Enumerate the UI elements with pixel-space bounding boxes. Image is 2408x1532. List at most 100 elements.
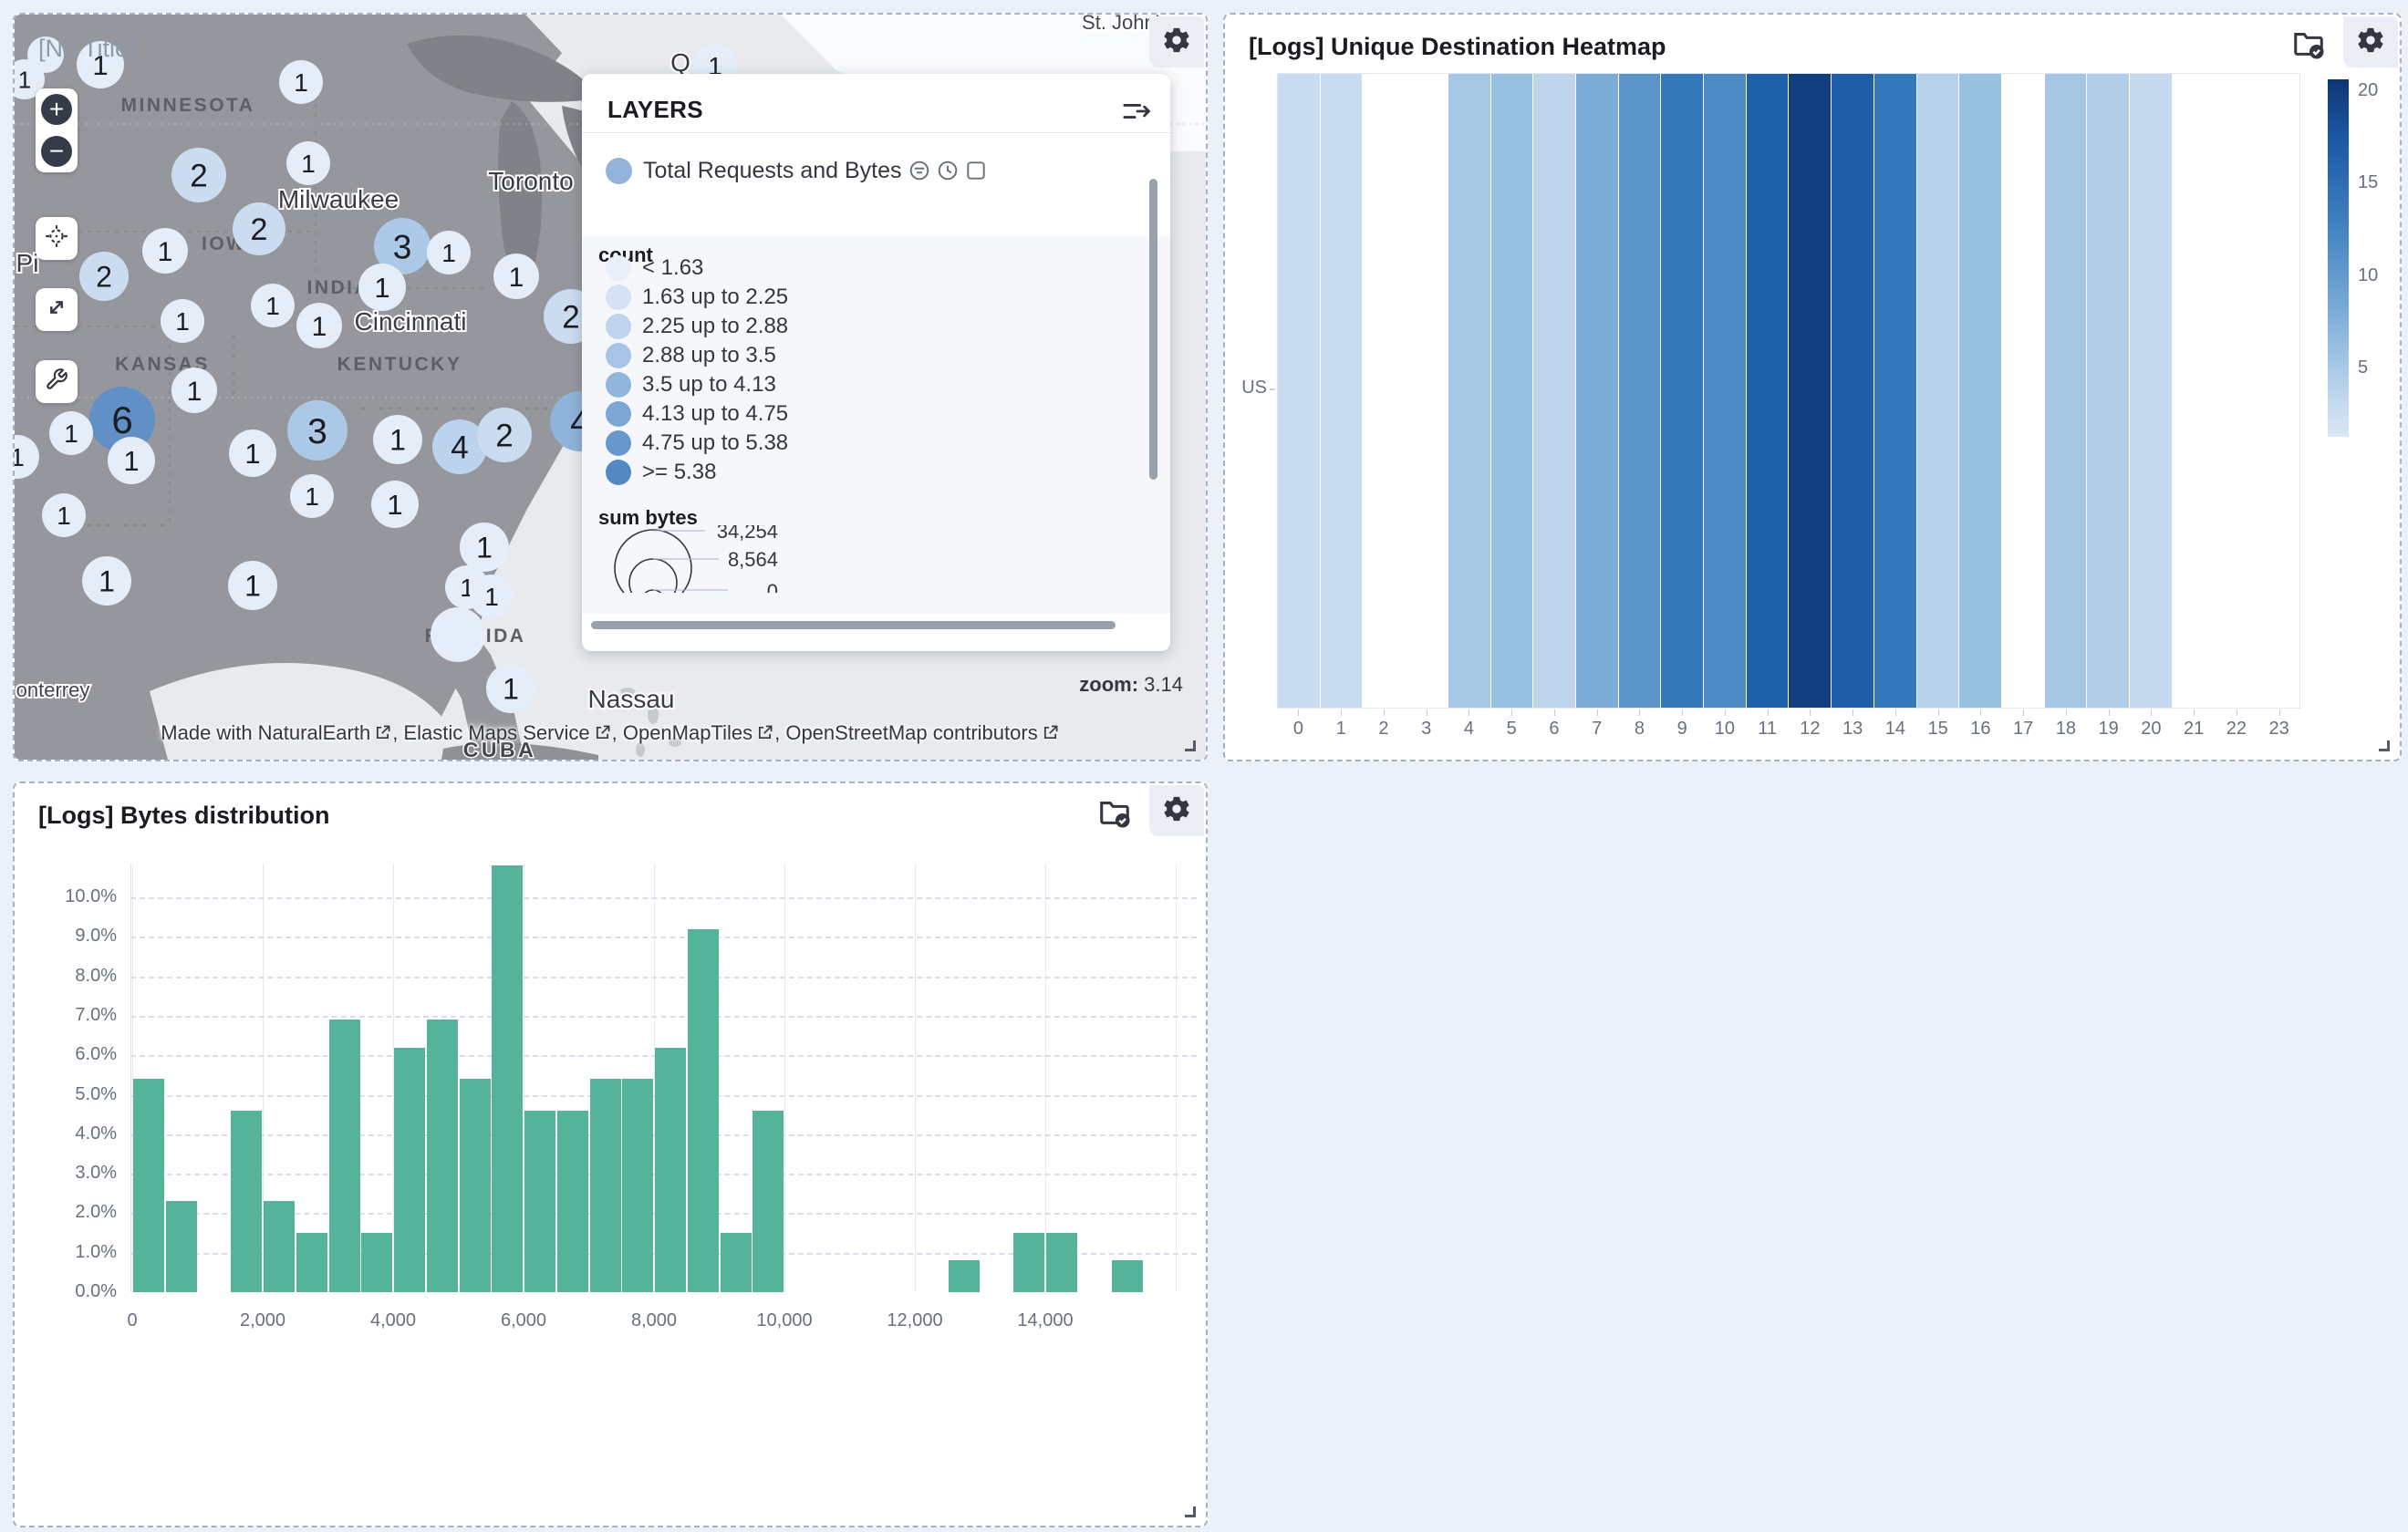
vertical-scrollbar[interactable]	[1149, 179, 1157, 480]
map-cluster[interactable]: 2	[171, 148, 226, 202]
save-badge-button[interactable]	[1096, 796, 1133, 833]
zoom-out-button[interactable]: −	[41, 136, 72, 167]
wrench-icon	[45, 367, 68, 396]
legend-swatch-icon	[606, 372, 631, 398]
layer-name: Total Requests and Bytes	[643, 158, 902, 184]
heatmap-cell	[1321, 74, 1363, 708]
map-cluster[interactable]: 1	[171, 367, 217, 413]
heatmap-cell	[1619, 74, 1661, 708]
y-tick-label: 7.0%	[15, 1005, 117, 1026]
map-cluster[interactable]: 2	[79, 252, 129, 301]
svg-text:2: 2	[495, 419, 513, 454]
panel-settings-button[interactable]	[2343, 16, 2398, 67]
map-cluster[interactable]	[431, 607, 485, 662]
map-tools-button[interactable]	[36, 360, 78, 403]
map-cluster[interactable]: 1	[460, 523, 509, 572]
resize-handle[interactable]	[2379, 740, 2390, 751]
histogram-bar	[721, 1233, 752, 1292]
panel-title: [Logs] Unique Destination Heatmap	[1249, 33, 1666, 61]
attribution-link[interactable]: OpenMapTiles	[623, 721, 752, 744]
legend-label: 1.63 up to 2.25	[642, 285, 788, 310]
map-cluster[interactable]: 1	[229, 430, 276, 477]
svg-text:1: 1	[15, 443, 25, 471]
resize-handle[interactable]	[1185, 1506, 1196, 1517]
map-cluster[interactable]: 1	[82, 556, 131, 606]
x-tick-label: 11	[1746, 719, 1789, 740]
x-tick	[1725, 709, 1726, 716]
map-cluster[interactable]: 2	[477, 408, 532, 462]
map-cluster[interactable]: 1	[142, 228, 188, 274]
map-cluster[interactable]: 1	[251, 284, 295, 327]
set-view-button[interactable]	[36, 217, 78, 260]
zoom-label: zoom:	[1079, 673, 1138, 696]
map-cluster[interactable]: 1	[427, 231, 471, 274]
map-cluster[interactable]: 1	[286, 141, 330, 185]
x-tick-label: 6	[1533, 719, 1576, 740]
legend-label: 2.88 up to 3.5	[642, 343, 776, 368]
histogram-bar	[524, 1111, 555, 1292]
resize-handle[interactable]	[1185, 740, 1196, 751]
map-cluster[interactable]: 1	[371, 481, 419, 528]
fit-to-data-button[interactable]	[36, 288, 78, 331]
legend-swatch-icon	[606, 255, 631, 281]
map-cluster[interactable]: 1	[290, 474, 334, 518]
map-label: MINNESOTA	[121, 95, 255, 116]
svg-text:1: 1	[244, 438, 260, 470]
map-cluster[interactable]: 1	[49, 411, 93, 455]
heatmap-cell	[1747, 74, 1789, 708]
external-link-icon	[370, 721, 392, 744]
y-tick-label: 8.0%	[15, 966, 117, 987]
attribution-link[interactable]: OpenStreetMap contributors	[785, 721, 1037, 744]
panel-heatmap: [Logs] Unique Destination Heatmap US 012…	[1223, 13, 2402, 761]
layer-item[interactable]: Total Requests and Bytes	[606, 154, 902, 187]
x-tick	[1384, 709, 1385, 716]
map-cluster[interactable]: 1	[470, 574, 514, 618]
map-cluster[interactable]: 1	[358, 264, 406, 311]
map-label: Cincinnati	[355, 307, 467, 336]
x-tick	[1639, 709, 1640, 716]
y-tick-label: 4.0%	[15, 1123, 117, 1144]
clock-icon[interactable]	[937, 160, 959, 186]
svg-text:3: 3	[393, 228, 412, 265]
map-cluster[interactable]: 1	[486, 664, 535, 713]
x-tick-label: 14,000	[991, 1310, 1100, 1331]
attribution-link[interactable]: Elastic Maps Service	[403, 721, 589, 744]
attribution-prefix: Made with	[161, 721, 257, 744]
heatmap-cell	[1491, 74, 1533, 708]
heatmap-cell	[1874, 74, 1916, 708]
svg-text:2: 2	[562, 300, 579, 336]
histogram-bar	[460, 1079, 491, 1292]
panel-settings-button[interactable]	[1149, 16, 1204, 67]
collapse-right-icon[interactable]	[1123, 98, 1150, 129]
map-cluster[interactable]: 2	[233, 202, 285, 255]
panel-map: MINNESOTAIOWAKANSASINDIANAKENTUCKYFLORID…	[13, 13, 1208, 761]
attribution-link[interactable]: NaturalEarth	[258, 721, 371, 744]
histogram-bar	[166, 1201, 197, 1292]
map-cluster[interactable]: 1	[161, 299, 204, 343]
save-badge-button[interactable]	[2290, 27, 2327, 64]
size-legend-circle	[629, 559, 677, 593]
panel-settings-button[interactable]	[1149, 785, 1204, 836]
svg-text:6: 6	[111, 399, 132, 441]
histogram-bar	[688, 929, 719, 1292]
horizontal-scrollbar[interactable]	[591, 621, 1116, 629]
zoom-in-button[interactable]: +	[41, 94, 72, 125]
map-cluster[interactable]: 1	[373, 415, 422, 464]
legend-item: < 1.63	[606, 254, 788, 283]
map-cluster[interactable]: 1	[279, 60, 323, 104]
legend-item: 4.75 up to 5.38	[606, 429, 788, 458]
checkbox-icon[interactable]	[965, 160, 987, 186]
map-cluster[interactable]: 1	[228, 561, 277, 610]
dashboard-canvas: MINNESOTAIOWAKANSASINDIANAKENTUCKYFLORID…	[0, 0, 2408, 1532]
map-cluster[interactable]: 1	[296, 303, 342, 348]
map-cluster[interactable]: 3	[287, 400, 348, 461]
x-tick-label: 16	[1959, 719, 2002, 740]
svg-text:1: 1	[484, 583, 499, 611]
map-cluster[interactable]: 1	[42, 493, 86, 537]
gridline	[130, 897, 1197, 899]
y-tick-label: 9.0%	[15, 926, 117, 947]
y-tick-label: 3.0%	[15, 1163, 117, 1184]
aggregation-icon[interactable]	[908, 160, 930, 186]
map-cluster[interactable]: 1	[108, 437, 155, 484]
map-cluster[interactable]: 1	[493, 254, 539, 299]
